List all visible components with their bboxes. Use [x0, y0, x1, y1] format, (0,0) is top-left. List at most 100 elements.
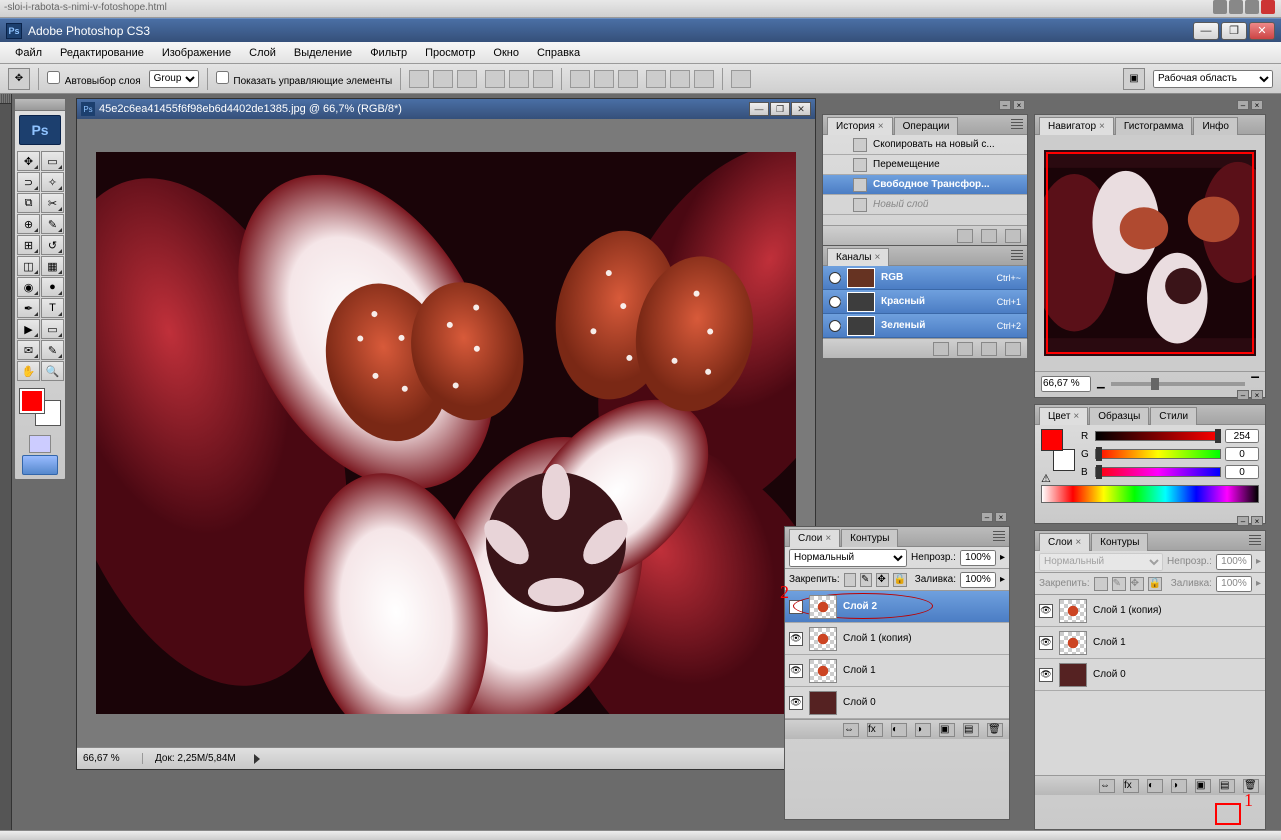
history-list[interactable]: Скопировать на новый с... Перемещение Св… [823, 135, 1027, 225]
type-tool[interactable]: T [41, 298, 64, 318]
document-titlebar[interactable]: Ps 45e2c6ea41455f6f98eb6d4402de1385.jpg … [77, 99, 815, 119]
navigator-zoom-input[interactable] [1041, 376, 1091, 392]
tab-navigator[interactable]: Навигатор× [1039, 117, 1114, 135]
g-value[interactable] [1225, 447, 1259, 461]
crop-tool[interactable]: ⧉ [17, 193, 40, 213]
notes-tool[interactable]: ✉ [17, 340, 40, 360]
trash-icon[interactable] [1005, 229, 1021, 243]
tools-panel-grip[interactable] [15, 99, 65, 111]
opacity-input[interactable] [960, 550, 996, 566]
foreground-color[interactable] [20, 389, 44, 413]
dodge-tool[interactable]: ● [41, 277, 64, 297]
arrange-icons[interactable] [731, 70, 751, 88]
doc-maximize[interactable]: ❐ [770, 102, 790, 116]
opacity-input[interactable] [1216, 554, 1252, 570]
menu-edit[interactable]: Редактирование [51, 44, 153, 62]
panel-close[interactable]: × [1251, 100, 1263, 110]
lasso-tool[interactable]: ⊃ [17, 172, 40, 192]
new-channel-icon[interactable] [981, 342, 997, 356]
lock-all-icon[interactable]: 🔒 [893, 573, 907, 587]
doc-close[interactable]: ✕ [791, 102, 811, 116]
blend-mode-select[interactable]: Нормальный [789, 549, 907, 567]
blur-tool[interactable]: ◉ [17, 277, 40, 297]
left-dock-strip[interactable] [0, 94, 12, 840]
layer-mask-icon[interactable]: ◐ [891, 723, 907, 737]
fill-input[interactable] [960, 572, 996, 588]
color-spectrum[interactable] [1041, 485, 1259, 503]
fill-flyout-icon[interactable]: ▸ [1000, 574, 1005, 585]
distribute-icons-2[interactable] [646, 70, 714, 88]
lock-pixels-icon[interactable]: ✎ [860, 573, 872, 587]
history-brush-tool[interactable]: ↺ [41, 235, 64, 255]
pen-tool[interactable]: ✒ [17, 298, 40, 318]
new-layer-icon[interactable]: ▤ [1219, 779, 1235, 793]
gradient-tool[interactable]: ▦ [41, 256, 64, 276]
lock-transparent-icon[interactable] [1094, 577, 1108, 591]
panel-close[interactable]: × [995, 512, 1007, 522]
menu-filter[interactable]: Фильтр [361, 44, 416, 62]
menu-bar[interactable]: Файл Редактирование Изображение Слой Выд… [0, 42, 1281, 64]
menu-layer[interactable]: Слой [240, 44, 285, 62]
eye-icon[interactable] [789, 664, 803, 678]
r-slider[interactable] [1095, 431, 1221, 441]
auto-select-checkbox[interactable]: Автовыбор слоя [47, 71, 141, 87]
shape-tool[interactable]: ▭ [41, 319, 64, 339]
eye-icon[interactable] [829, 272, 841, 284]
tab-layers[interactable]: Слои× [1039, 533, 1090, 551]
align-icons[interactable] [409, 70, 477, 88]
history-menu-icon[interactable] [1011, 119, 1023, 129]
tab-info[interactable]: Инфо [1193, 117, 1238, 135]
lock-pixels-icon[interactable]: ✎ [1112, 577, 1126, 591]
lock-position-icon[interactable]: ✥ [876, 573, 888, 587]
link-layers-icon[interactable]: ⇔ [843, 723, 859, 737]
layer-list[interactable]: Слой 2 Слой 1 (копия) Слой 1 Слой 0 [785, 591, 1009, 719]
tab-layers[interactable]: Слои× [789, 529, 840, 547]
blend-mode-select[interactable]: Нормальный [1039, 553, 1163, 571]
menu-select[interactable]: Выделение [285, 44, 361, 62]
panel-close[interactable]: × [1251, 390, 1263, 400]
layer-style-icon[interactable]: fx [867, 723, 883, 737]
title-bar[interactable]: Ps Adobe Photoshop CS3 — ❐ ✕ [0, 18, 1281, 42]
tab-history[interactable]: История× [827, 117, 893, 135]
channels-menu-icon[interactable] [1011, 250, 1023, 260]
lock-transparent-icon[interactable] [844, 573, 856, 587]
menu-view[interactable]: Просмотр [416, 44, 484, 62]
tab-swatches[interactable]: Образцы [1089, 407, 1149, 425]
menu-image[interactable]: Изображение [153, 44, 240, 62]
tab-paths[interactable]: Контуры [1091, 533, 1148, 551]
move-tool[interactable]: ✥ [17, 151, 40, 171]
heal-tool[interactable]: ⊕ [17, 214, 40, 234]
panel-collapse[interactable]: – [981, 512, 993, 522]
minimize-button[interactable]: — [1193, 22, 1219, 40]
eye-icon[interactable] [789, 600, 803, 614]
marquee-tool[interactable]: ▭ [41, 151, 64, 171]
path-select-tool[interactable]: ▶ [17, 319, 40, 339]
fill-input[interactable] [1216, 576, 1252, 592]
link-layers-icon[interactable]: ⇔ [1099, 779, 1115, 793]
panel-close[interactable]: × [1013, 100, 1025, 110]
gamut-warning-icon[interactable]: ⚠ [1041, 472, 1051, 485]
close-button[interactable]: ✕ [1249, 22, 1275, 40]
panel-collapse[interactable]: – [999, 100, 1011, 110]
opacity-flyout-icon[interactable]: ▸ [1000, 552, 1005, 563]
group-icon[interactable]: ▣ [939, 723, 955, 737]
show-transform-controls[interactable]: Показать управляющие элементы [216, 71, 393, 87]
hand-tool[interactable]: ✋ [17, 361, 40, 381]
panel-collapse[interactable]: – [1237, 390, 1249, 400]
eye-icon[interactable] [1039, 604, 1053, 618]
screen-mode-button[interactable] [22, 455, 58, 475]
brush-tool[interactable]: ✎ [41, 214, 64, 234]
tab-paths[interactable]: Контуры [841, 529, 898, 547]
tab-styles[interactable]: Стили [1150, 407, 1197, 425]
new-snapshot-icon[interactable] [981, 229, 997, 243]
fg-color-chip[interactable] [1041, 429, 1063, 451]
eye-icon[interactable] [789, 696, 803, 710]
bg-color-chip[interactable] [1053, 449, 1075, 471]
lock-all-icon[interactable]: 🔒 [1148, 577, 1162, 591]
status-menu-icon[interactable] [254, 754, 260, 764]
r-value[interactable] [1225, 429, 1259, 443]
trash-icon[interactable]: 🗑 [987, 723, 1003, 737]
color-chips[interactable]: ⚠ [1041, 429, 1075, 479]
workspace-select[interactable]: Рабочая область [1153, 70, 1273, 88]
eye-icon[interactable] [1039, 636, 1053, 650]
